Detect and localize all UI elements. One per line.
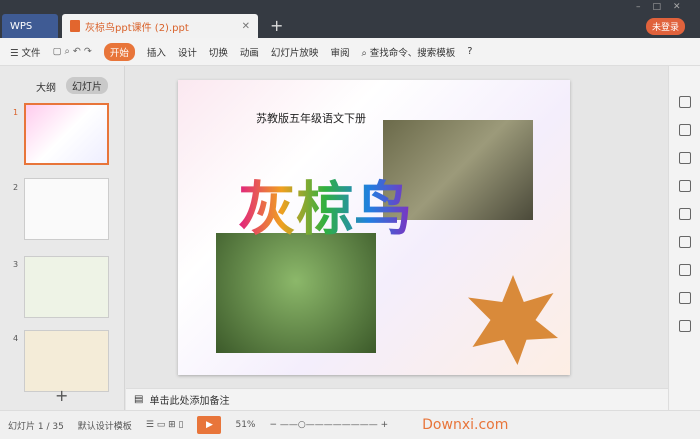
menu-start[interactable]: 开始 bbox=[103, 42, 135, 61]
menu-insert[interactable]: 插入 bbox=[147, 45, 166, 59]
slide-number: 1 bbox=[13, 108, 19, 117]
tab-wps[interactable]: WPS bbox=[2, 14, 58, 38]
help-icon[interactable]: ? bbox=[467, 46, 472, 57]
slide-canvas[interactable]: 苏教版五年级语文下册 灰椋鸟 bbox=[178, 80, 570, 375]
menu-review[interactable]: 审阅 bbox=[330, 45, 349, 59]
slide-counter: 幻灯片 1 / 35 bbox=[8, 421, 64, 432]
login-button[interactable]: 未登录 bbox=[646, 18, 686, 35]
notes-bar[interactable]: ▤ 单击此处添加备注 bbox=[126, 388, 668, 410]
maple-leaf-image bbox=[468, 275, 558, 365]
outline-tab[interactable]: 大纲 bbox=[36, 79, 56, 94]
image-icon[interactable] bbox=[679, 320, 691, 332]
quick-tools[interactable]: ▢ ⌕ ↶ ↷ bbox=[53, 46, 92, 57]
watermark: Downxi.com bbox=[422, 417, 509, 433]
close-tab-icon[interactable]: ✕ bbox=[242, 21, 250, 32]
file-menu[interactable]: ☰ 文件 bbox=[10, 45, 41, 59]
search-command[interactable]: ⌕ 查找命令、搜索模板 bbox=[361, 45, 455, 59]
ppt-file-icon bbox=[70, 20, 80, 32]
tool-icon[interactable] bbox=[679, 292, 691, 304]
new-tab-button[interactable]: + bbox=[270, 16, 283, 35]
bird-photo-bottom bbox=[216, 233, 376, 353]
slide-number: 3 bbox=[13, 260, 19, 269]
slide-number: 4 bbox=[13, 334, 19, 343]
title-bar: WPS 灰椋鸟ppt课件 (2).ppt ✕ + 未登录 –□✕ bbox=[0, 0, 700, 38]
doc-tab-label: 灰椋鸟ppt课件 (2).ppt bbox=[85, 22, 189, 34]
slide-subtitle: 苏教版五年级语文下册 bbox=[256, 112, 366, 125]
tool-icon[interactable] bbox=[679, 264, 691, 276]
zoom-level[interactable]: 51% bbox=[235, 420, 255, 430]
tool-icon[interactable] bbox=[679, 208, 691, 220]
wps-label: WPS bbox=[10, 20, 33, 32]
notes-icon: ▤ bbox=[134, 394, 144, 405]
slides-tab[interactable]: 幻灯片 bbox=[66, 77, 108, 94]
star-icon[interactable] bbox=[679, 236, 691, 248]
notes-placeholder: 单击此处添加备注 bbox=[149, 396, 230, 407]
add-slide-button[interactable]: + bbox=[55, 386, 68, 405]
tab-document[interactable]: 灰椋鸟ppt课件 (2).ppt ✕ bbox=[62, 14, 258, 38]
zoom-slider[interactable]: − ——○———————— + bbox=[269, 420, 388, 430]
right-sidebar bbox=[668, 66, 700, 410]
tool-icon[interactable] bbox=[679, 152, 691, 164]
menu-slideshow[interactable]: 幻灯片放映 bbox=[271, 45, 319, 59]
tool-icon[interactable] bbox=[679, 96, 691, 108]
slide-number: 2 bbox=[13, 183, 19, 192]
slide-panel: 大纲 幻灯片 1 2 3 4 + bbox=[0, 66, 125, 410]
slide-thumb-2[interactable] bbox=[24, 178, 109, 240]
slide-thumb-3[interactable] bbox=[24, 256, 109, 318]
tool-icon[interactable] bbox=[679, 180, 691, 192]
slide-title: 灰椋鸟 bbox=[238, 162, 412, 246]
toolbar: ☰ 文件 ▢ ⌕ ↶ ↷ 开始 插入 设计 切换 动画 幻灯片放映 审阅 ⌕ 查… bbox=[0, 38, 700, 66]
window-controls[interactable]: –□✕ bbox=[636, 2, 693, 12]
slide-thumb-4[interactable] bbox=[24, 330, 109, 392]
menu-transition[interactable]: 切换 bbox=[209, 45, 228, 59]
menu-animation[interactable]: 动画 bbox=[240, 45, 259, 59]
tool-icon[interactable] bbox=[679, 124, 691, 136]
slide-thumb-1[interactable] bbox=[24, 103, 109, 165]
view-buttons[interactable]: ☰ ▭ ⊞ ▯ bbox=[146, 420, 184, 430]
menu-design[interactable]: 设计 bbox=[178, 45, 197, 59]
template-name[interactable]: 默认设计模板 bbox=[78, 419, 132, 432]
play-button[interactable]: ▶ bbox=[197, 416, 222, 434]
file-label: 文件 bbox=[21, 47, 41, 59]
search-label: 查找命令、搜索模板 bbox=[369, 47, 456, 59]
status-bar: 幻灯片 1 / 35 默认设计模板 ☰ ▭ ⊞ ▯ ▶ 51% − ——○———… bbox=[0, 410, 700, 439]
